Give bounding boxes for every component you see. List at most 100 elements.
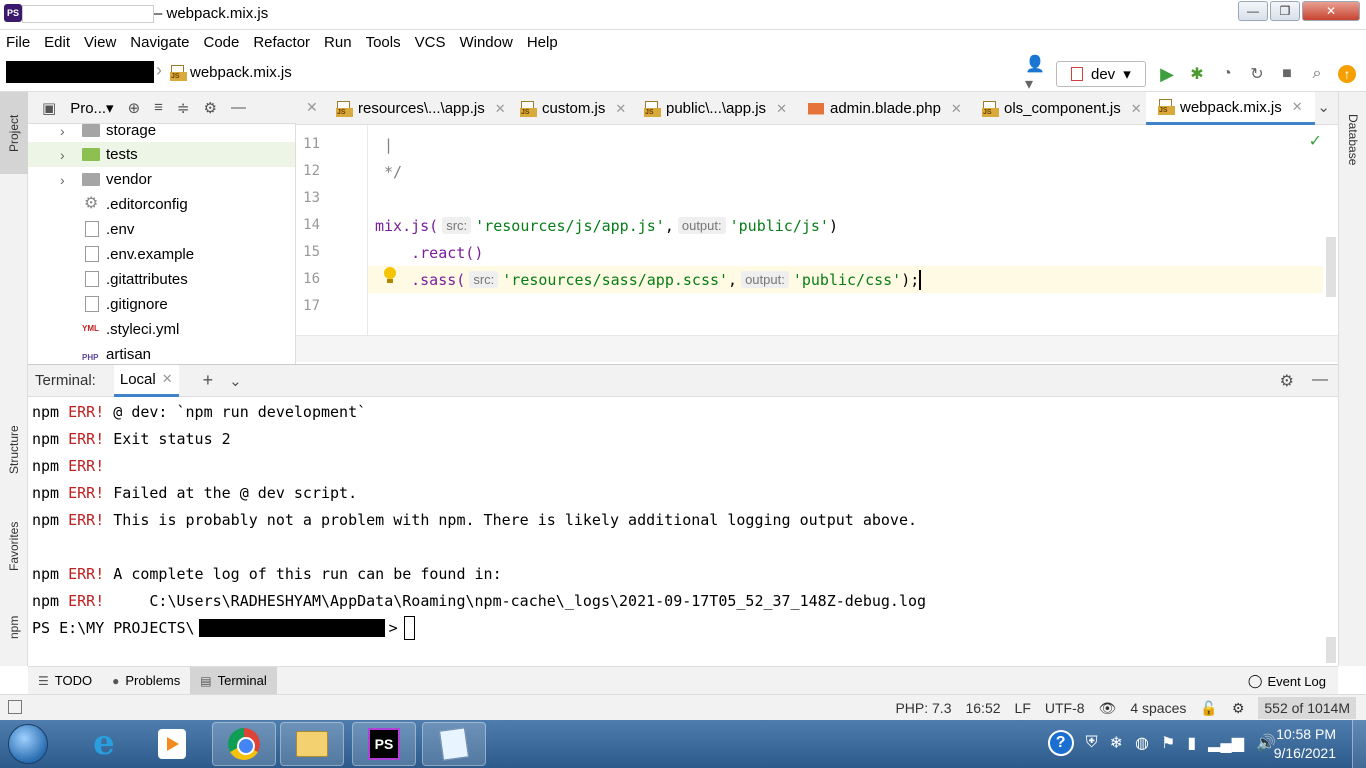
lock-icon[interactable]: 🔓 (1200, 700, 1217, 717)
menu-navigate[interactable]: Navigate (130, 34, 189, 51)
tool-tab-event-log[interactable]: ◯ Event Log (1248, 673, 1326, 689)
editor-tab-webpack-mix[interactable]: webpack.mix.js ✕ (1146, 92, 1315, 125)
flag-icon[interactable]: ⚑ (1161, 733, 1175, 753)
coverage-icon[interactable]: ◔ (1218, 65, 1236, 83)
tree-item-env-example[interactable]: .env.example (28, 242, 295, 267)
menu-help[interactable]: Help (527, 34, 558, 51)
status-caret-position[interactable]: 16:52 (965, 700, 1000, 716)
chevron-right-icon[interactable]: › (60, 172, 65, 188)
stop-icon[interactable]: ■ (1278, 65, 1296, 83)
close-icon[interactable]: ✕ (1131, 101, 1142, 117)
network-globe-icon[interactable]: ◍ (1135, 733, 1149, 753)
shield-icon[interactable]: ⛨ (1086, 734, 1098, 752)
close-button[interactable]: ✕ (1302, 1, 1360, 21)
tree-item-storage[interactable]: › storage (28, 124, 295, 143)
hide-panel-icon[interactable]: — (1312, 371, 1328, 391)
hide-panel-icon[interactable]: — (231, 99, 246, 116)
editor-tab-custom-js[interactable]: custom.js ✕ (520, 92, 626, 125)
signal-icon[interactable]: ▂▄▆ (1208, 733, 1244, 753)
user-icon[interactable]: 👤▾ (1025, 56, 1045, 93)
start-button-icon[interactable] (8, 724, 48, 764)
status-line-separator[interactable]: LF (1015, 700, 1031, 716)
close-icon[interactable]: ✕ (1292, 99, 1303, 115)
tool-tab-problems[interactable]: ● Problems (102, 667, 190, 695)
help-icon[interactable]: ? (1047, 730, 1074, 756)
update-icon[interactable]: ↑ (1338, 65, 1356, 83)
run-icon[interactable]: ▶ (1158, 64, 1176, 84)
menu-file[interactable]: File (6, 34, 30, 51)
tree-item-editorconfig[interactable]: ⚙ .editorconfig (28, 192, 295, 217)
taskbar-clock[interactable]: 10:58 PM 9/16/2021 (1274, 725, 1336, 763)
close-icon[interactable]: ✕ (306, 99, 318, 116)
search-icon[interactable]: ⌕ (1308, 65, 1326, 83)
terminal-scrollbar[interactable] (1326, 637, 1336, 663)
editor-tab-ols-component[interactable]: ols_component.js ✕ (982, 92, 1142, 125)
menu-view[interactable]: View (84, 34, 116, 51)
taskbar-phpstorm[interactable]: PS (352, 722, 416, 766)
chevron-down-icon[interactable]: ⌄ (229, 372, 242, 390)
tree-item-gitattributes[interactable]: .gitattributes (28, 267, 295, 292)
maximize-button[interactable]: ❐ (1270, 1, 1300, 21)
run-configuration-select[interactable]: dev ▾ (1056, 61, 1146, 87)
chevron-down-icon[interactable]: ⌄ (1317, 98, 1330, 116)
expand-all-icon[interactable]: ≡ (154, 99, 163, 116)
breadcrumb-redacted-project[interactable] (6, 61, 154, 83)
gear-icon[interactable]: ⚙ (1280, 371, 1294, 391)
editor-scrollbar[interactable] (1326, 237, 1336, 297)
tool-tab-project[interactable]: Project (0, 92, 28, 174)
locate-icon[interactable]: ⊕ (128, 99, 141, 117)
terminal-output[interactable]: npm ERR! @ dev: `npm run development` np… (28, 397, 1338, 665)
taskbar-chrome[interactable] (212, 722, 276, 766)
menu-refactor[interactable]: Refactor (253, 34, 310, 51)
menu-code[interactable]: Code (203, 34, 239, 51)
editor-tab-admin-blade[interactable]: admin.blade.php ✕ (808, 92, 962, 125)
status-encoding[interactable]: UTF-8 (1045, 700, 1085, 716)
tool-tab-structure[interactable]: Structure (0, 410, 28, 490)
menu-window[interactable]: Window (459, 34, 512, 51)
battery-icon[interactable]: ▮ (1187, 733, 1196, 753)
tool-tab-database[interactable]: Database (1339, 100, 1366, 180)
debug-icon[interactable]: ✱ (1188, 65, 1206, 83)
project-view-select[interactable]: Pro...▾ (70, 99, 113, 117)
close-icon[interactable]: ✕ (162, 371, 173, 387)
new-terminal-icon[interactable]: + (203, 370, 214, 391)
tool-tab-favorites[interactable]: Favorites (0, 504, 28, 588)
status-php-version[interactable]: PHP: 7.3 (895, 700, 951, 716)
menu-run[interactable]: Run (324, 34, 352, 51)
close-icon[interactable]: ✕ (615, 101, 626, 117)
tool-tab-todo[interactable]: ☰ TODO (28, 667, 102, 695)
collapse-all-icon[interactable]: ≑ (177, 99, 190, 117)
editor-tab-public-app-js[interactable]: public\...\app.js ✕ (644, 92, 787, 125)
tool-tab-npm[interactable]: npm (0, 600, 28, 654)
menu-tools[interactable]: Tools (366, 34, 401, 51)
tree-item-styleci[interactable]: YML .styleci.yml (28, 317, 295, 342)
taskbar-internet-explorer[interactable]: e (72, 722, 136, 766)
status-indent[interactable]: 4 spaces (1130, 700, 1186, 716)
breadcrumb-file[interactable]: webpack.mix.js (170, 64, 292, 81)
lightbulb-icon[interactable] (384, 267, 396, 285)
editor-tab-resources-app-js[interactable]: resources\...\app.js ✕ (336, 92, 506, 125)
eye-icon[interactable]: 👁 (1099, 700, 1117, 717)
chevron-right-icon[interactable]: › (60, 147, 65, 163)
inspector-icon[interactable]: ⚙ (1232, 700, 1245, 717)
terminal-tab-local[interactable]: Local ✕ (113, 364, 179, 397)
taskbar-media-player[interactable] (140, 722, 204, 766)
menu-vcs[interactable]: VCS (415, 34, 446, 51)
tree-item-artisan[interactable]: PHP artisan (28, 342, 295, 364)
taskbar-file-explorer[interactable] (280, 722, 344, 766)
close-icon[interactable]: ✕ (776, 101, 787, 117)
checkmark-icon[interactable]: ✓ (1309, 131, 1322, 151)
close-icon[interactable]: ✕ (951, 101, 962, 117)
tree-item-gitignore[interactable]: .gitignore (28, 292, 295, 317)
chevron-right-icon[interactable]: › (60, 124, 65, 139)
toggle-tool-windows-icon[interactable] (8, 700, 22, 714)
show-desktop-button[interactable] (1352, 720, 1366, 768)
gear-icon[interactable]: ⚙ (203, 99, 216, 117)
menu-edit[interactable]: Edit (44, 34, 70, 51)
status-memory[interactable]: 552 of 1014M (1258, 697, 1356, 719)
tree-item-env[interactable]: .env (28, 217, 295, 242)
tool-tab-terminal[interactable]: ▤ Terminal (190, 666, 277, 695)
code-editor[interactable]: 11 12 13 14 15 16 17 | */ mix.js( src: '… (296, 125, 1338, 362)
taskbar-notepad[interactable] (422, 722, 486, 766)
minimize-button[interactable]: — (1238, 1, 1268, 21)
